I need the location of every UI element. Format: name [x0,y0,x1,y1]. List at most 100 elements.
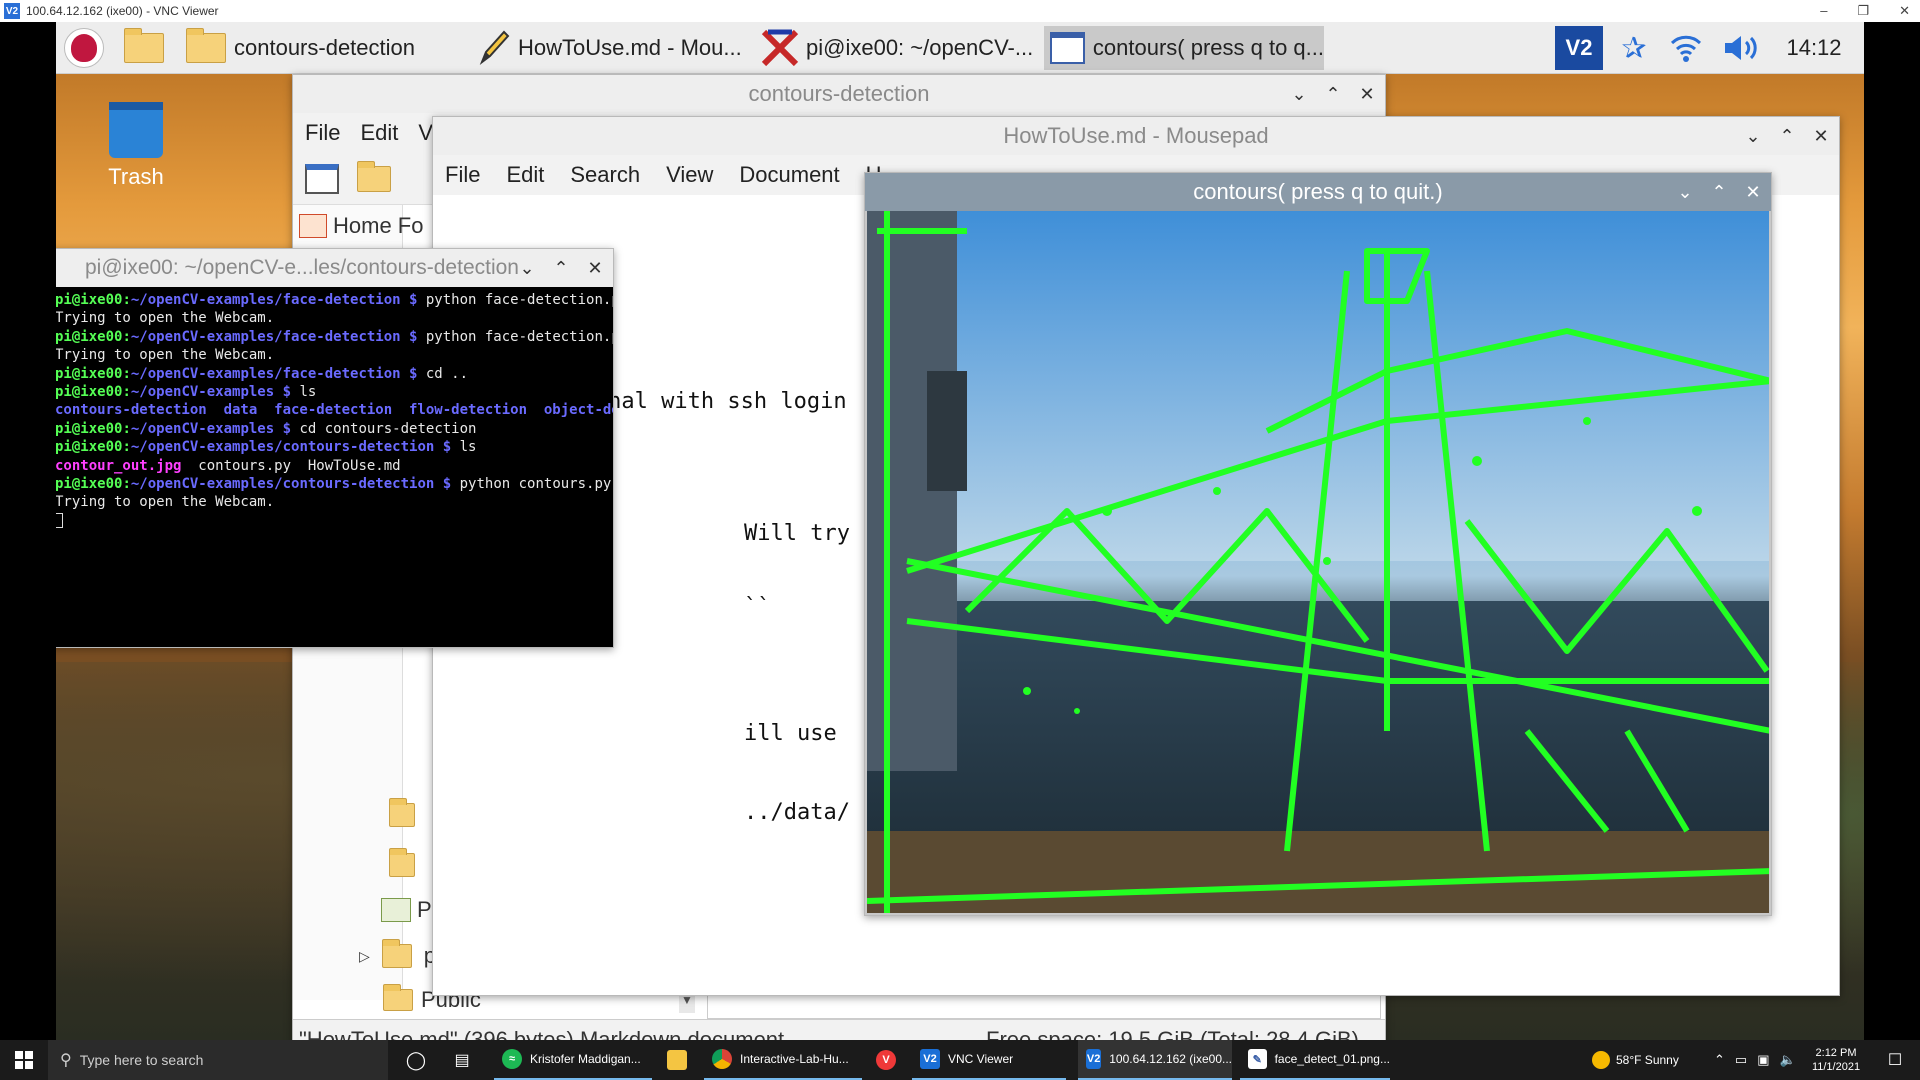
sidebar-item-p[interactable]: ▷ p [359,939,436,969]
terminal-output-text: Trying to open the Webcam. [56,347,275,364]
taskbar-app-chrome[interactable]: Interactive-Lab-Hu... [704,1040,862,1080]
restore-button[interactable]: ❐ [1857,0,1869,22]
task-view-icon[interactable]: ▤ [450,1040,474,1080]
speaker-icon[interactable]: 🔈 [1780,1052,1796,1068]
close-button[interactable]: ✕ [1743,173,1763,211]
contours-title-bar[interactable]: contours( press q to quit.) ⌄ ⌃ ✕ [865,173,1771,211]
sidebar-item-label: Home Fo [333,213,424,238]
windows-taskbar: ⚲ Type here to search ◯ ▤ ≈ Kristofer Ma… [0,1040,1920,1080]
status-selection: "HowToUse.md" (396 bytes) Markdown docum… [299,1027,785,1040]
panel-task-mousepad[interactable]: HowToUse.md - Mou... [476,26,806,70]
status-bar: "HowToUse.md" (396 bytes) Markdown docum… [293,1019,1385,1040]
close-button[interactable]: ✕ [585,249,605,287]
menu-view[interactable]: View [666,162,713,188]
maximize-button[interactable]: ⌃ [1709,173,1729,211]
maximize-button[interactable]: ⌃ [1777,117,1797,155]
new-folder-icon[interactable] [357,160,391,192]
vnc-window-title: 100.64.12.162 (ixe00) - VNC Viewer [26,4,219,18]
raspberry-menu-button[interactable] [60,26,108,70]
close-button[interactable]: ✕ [1357,75,1377,113]
taskbar-app-image[interactable]: ✎ face_detect_01.png... [1240,1040,1390,1080]
vnc-icon: V2 [920,1049,940,1069]
minimize-button[interactable]: ⌄ [1743,117,1763,155]
home-icon [299,214,327,238]
taskbar-app-spotify[interactable]: ≈ Kristofer Maddigan... [494,1040,652,1080]
minimize-button[interactable]: – [1820,0,1827,22]
minimize-button[interactable]: ⌄ [517,249,537,287]
terminal-command: cd .. [417,365,469,382]
taskbar-app-label: Interactive-Lab-Hu... [740,1052,849,1066]
terminal-line: Trying to open the Webcam. [56,309,609,327]
weather-text: 58°F Sunny [1616,1053,1679,1067]
mousepad-title-bar[interactable]: HowToUse.md - Mousepad ⌄ ⌃ ✕ [433,117,1839,155]
menu-edit[interactable]: Edit [506,162,544,188]
terminal-prompt-path: ~/openCV-examples/face-detection $ [130,328,418,345]
taskbar-app-vnc-viewer[interactable]: V2 VNC Viewer [912,1040,1066,1080]
raspberry-icon [64,28,104,68]
sidebar-item-folder[interactable] [389,848,415,877]
taskbar-app-label: face_detect_01.png... [1274,1052,1390,1066]
terminal-title-bar[interactable]: pi@ixe00: ~/openCV-e...les/contours-dete… [56,249,613,287]
sidebar-item-pictures[interactable]: P [381,897,432,923]
menu-search[interactable]: Search [570,162,640,188]
menu-file[interactable]: File [445,162,480,188]
panel-task-label: contours( press q to q... [1092,35,1324,60]
volume-icon[interactable] [1720,26,1764,70]
maximize-button[interactable]: ⌃ [1323,75,1343,113]
menu-document[interactable]: Document [739,162,839,188]
terminal-output-text: Trying to open the Webcam. [56,494,275,511]
start-button[interactable] [10,1040,38,1080]
sidebar-item-home[interactable]: Home Fo [299,213,423,239]
network-icon[interactable]: ▣ [1757,1052,1769,1068]
taskbar-app-label: 100.64.12.162 (ixe00... [1109,1052,1232,1066]
trash-desktop-icon[interactable]: Trash [86,92,186,192]
menu-edit[interactable]: Edit [360,120,398,146]
file-manager-title-bar[interactable]: contours-detection ⌄ ⌃ ✕ [293,75,1385,113]
sidebar-scroll-down[interactable]: ▼ [679,993,695,1013]
bluetooth-icon[interactable]: ✰ [1616,26,1652,70]
chrome-icon [712,1049,732,1069]
path-bar[interactable] [707,993,1381,1019]
system-tray[interactable]: ⌃ ▭ ▣ 🔈 [1714,1040,1806,1080]
terminal-line: Trying to open the Webcam. [56,493,609,511]
wifi-icon[interactable] [1666,26,1706,70]
minimize-button[interactable]: ⌄ [1289,75,1309,113]
terminal-prompt-path: ~/openCV-examples/contours-detection $ [130,439,452,456]
terminal-output[interactable]: pi@ixe00:~/openCV-examples/face-detectio… [56,287,613,647]
taskbar-app-explorer[interactable] [664,1040,690,1080]
search-placeholder: Type here to search [79,1052,204,1068]
taskbar-search-box[interactable]: ⚲ Type here to search [48,1040,388,1080]
chevron-up-icon[interactable]: ⌃ [1714,1052,1725,1068]
new-window-icon[interactable] [305,163,339,194]
cortana-icon[interactable]: ◯ [404,1040,428,1080]
terminal-image-file: contour_out.jpg [56,457,182,474]
panel-task-contours[interactable]: contours( press q to q... [1044,26,1324,70]
battery-icon[interactable]: ▭ [1735,1052,1747,1068]
file-manager-launcher[interactable] [120,26,168,70]
expand-arrow-icon[interactable]: ▷ [359,948,370,965]
weather-widget[interactable]: 58°F Sunny [1592,1040,1712,1080]
taskbar-clock[interactable]: 2:12 PM 11/1/2021 [1800,1040,1872,1080]
maximize-button[interactable]: ⌃ [551,249,571,287]
menu-file[interactable]: File [305,120,340,146]
terminal-prompt-user: pi@ixe00 [56,476,123,493]
menu-view[interactable]: V [418,120,433,146]
terminal-output-text: contours.py HowToUse.md [181,457,401,474]
close-button[interactable]: ✕ [1899,0,1910,22]
folder-icon [186,28,226,63]
minimize-button[interactable]: ⌄ [1675,173,1695,211]
taskbar-app-vnc-session[interactable]: V2 100.64.12.162 (ixe00... [1078,1040,1232,1080]
vnc-tray-icon: V2 [1555,26,1603,70]
sidebar-item-folder[interactable] [389,798,415,827]
image-viewer-icon: ✎ [1248,1049,1267,1069]
taskbar-app-vivaldi[interactable]: V [872,1040,900,1080]
terminal-line: contours-detection data face-detection f… [56,401,613,419]
clock-date: 11/1/2021 [1811,1061,1861,1073]
close-button[interactable]: ✕ [1811,117,1831,155]
terminal-line: contour_out.jpg contours.py HowToUse.md [56,457,609,475]
panel-task-file-manager[interactable]: contours-detection [186,26,486,70]
search-icon: ⚲ [60,1052,72,1069]
terminal-line: pi@ixe00:~/openCV-examples/contours-dete… [56,476,612,493]
vnc-tray-button[interactable]: V2 [1554,26,1604,70]
notifications-icon[interactable]: ☐ [1880,1040,1910,1080]
